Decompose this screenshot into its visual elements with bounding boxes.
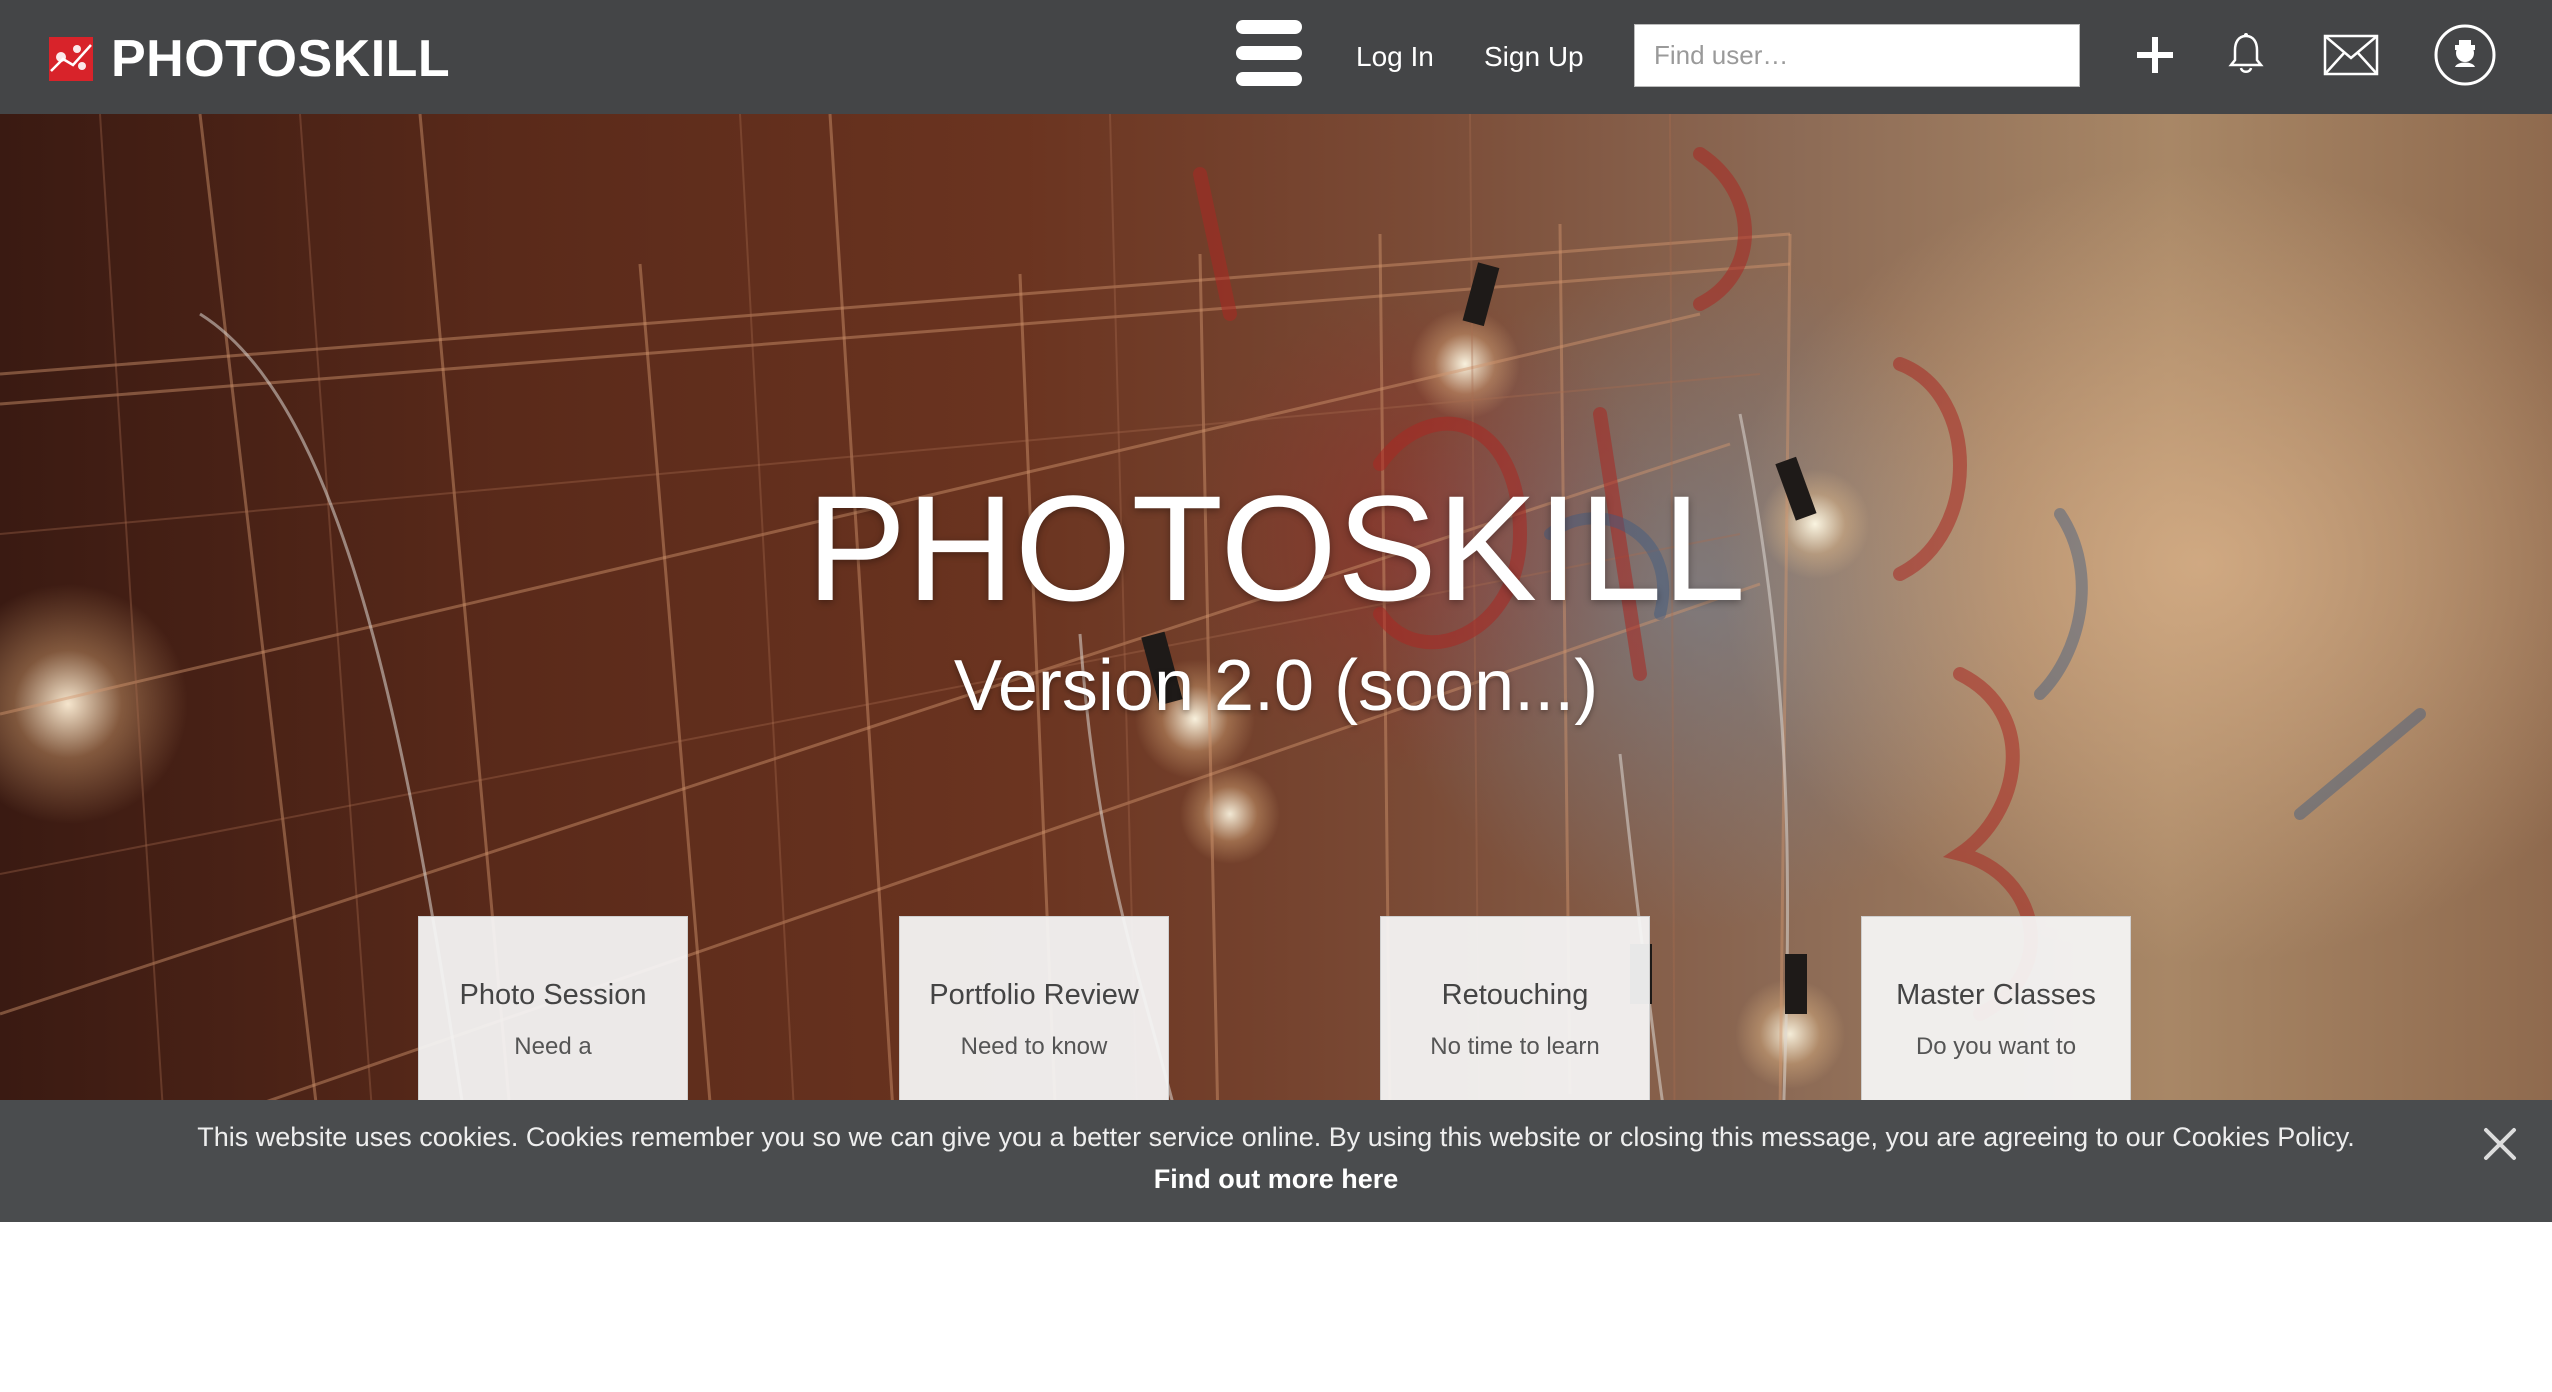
card-title: Photo Session <box>459 979 647 1011</box>
top-navigation-bar: PHOTOSKILL Log In Sign Up <box>0 0 2552 114</box>
signup-link[interactable]: Sign Up <box>1484 38 1584 76</box>
envelope-icon[interactable] <box>2323 34 2379 76</box>
brand-link[interactable]: PHOTOSKILL <box>49 33 450 85</box>
hero-title: PHOTOSKILL <box>806 464 1746 632</box>
hero-subtitle: Version 2.0 (soon...) <box>953 646 1599 726</box>
cookie-policy-link[interactable]: Find out more here <box>0 1161 2552 1197</box>
cookie-consent-bar: This website uses cookies. Cookies remem… <box>0 1100 2552 1222</box>
card-text: Need a <box>514 1033 592 1060</box>
login-link[interactable]: Log In <box>1356 38 1434 76</box>
find-user-input[interactable] <box>1634 24 2080 87</box>
card-text: Need to know <box>960 1033 1108 1060</box>
bell-icon[interactable] <box>2228 32 2264 76</box>
card-text: Do you want to <box>1915 1033 2077 1060</box>
card-title: Portfolio Review <box>929 979 1139 1011</box>
plus-icon[interactable] <box>2135 35 2175 75</box>
card-title: Master Classes <box>1896 979 2096 1011</box>
brand-name: PHOTOSKILL <box>111 30 451 88</box>
close-icon[interactable] <box>2480 1124 2520 1164</box>
card-title: Retouching <box>1441 979 1589 1011</box>
user-avatar-icon[interactable] <box>2433 23 2497 87</box>
card-text: No time to learn <box>1430 1033 1600 1060</box>
cookie-message: This website uses cookies. Cookies remem… <box>197 1122 2355 1152</box>
hamburger-menu-icon[interactable] <box>1236 20 1302 86</box>
photoskill-logo-icon <box>49 37 93 81</box>
hero-banner: PHOTOSKILL Version 2.0 (soon...) Photo S… <box>0 114 2552 1222</box>
